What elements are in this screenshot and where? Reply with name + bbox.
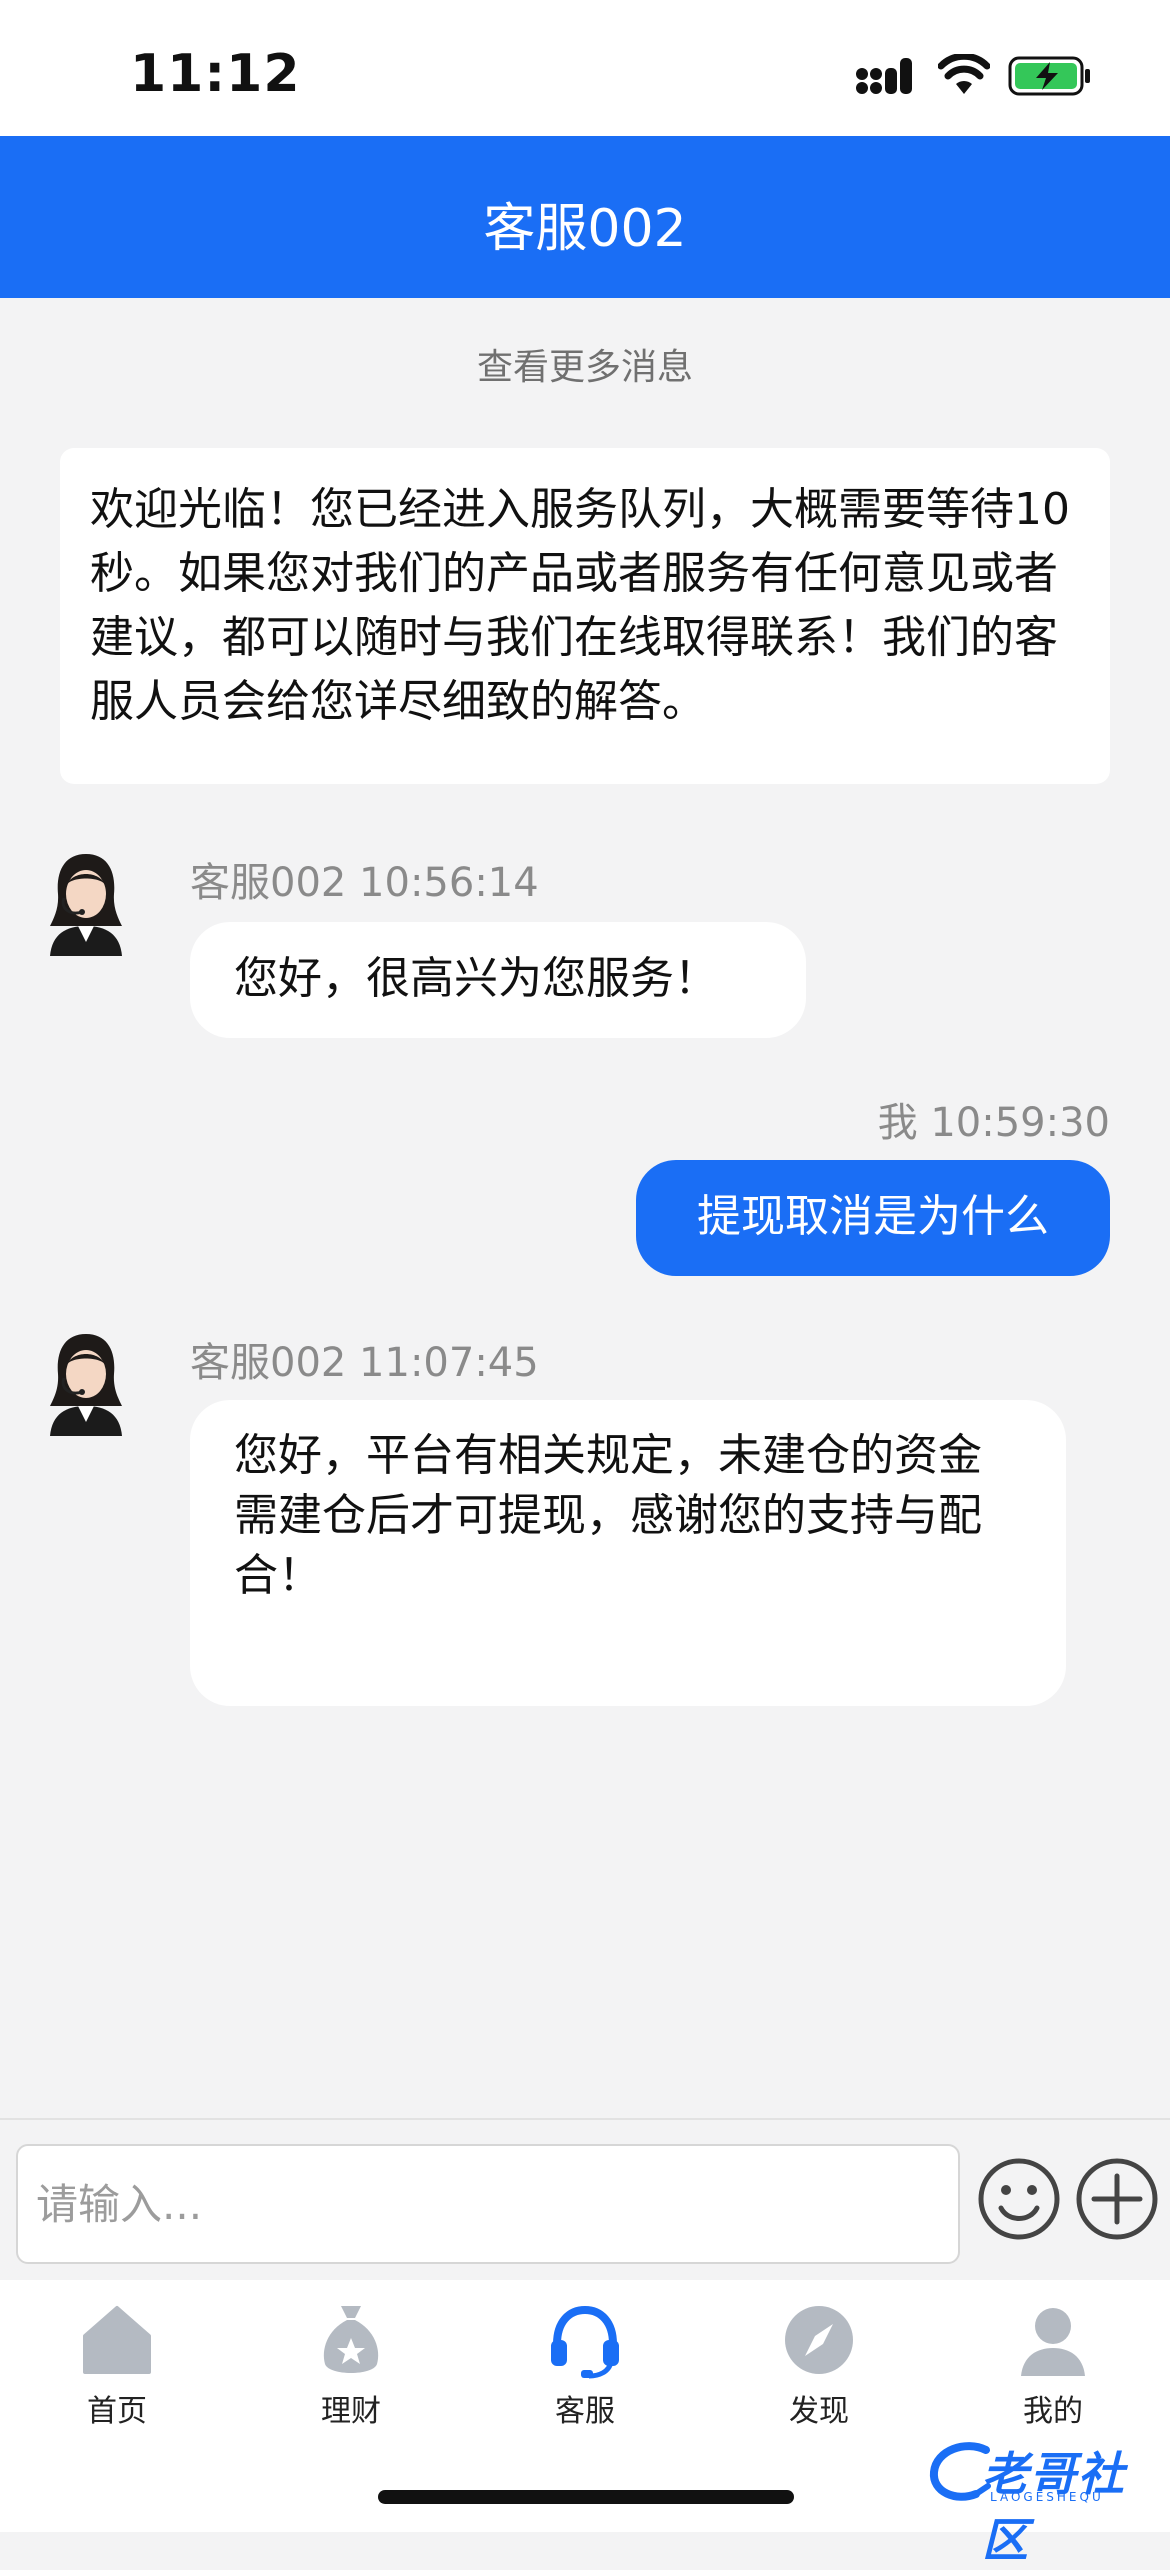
headset-icon: [551, 2305, 619, 2379]
agent-message-bubble: 您好，很高兴为您服务！: [190, 922, 806, 1038]
home-indicator[interactable]: [378, 2490, 794, 2504]
agent-avatar: [50, 1334, 122, 1436]
tab-label: 客服: [555, 2394, 615, 2429]
message-meta: 客服002 10:56:14: [190, 860, 539, 906]
status-bar: 11:12: [0, 0, 1170, 136]
welcome-system-message: 欢迎光临！您已经进入服务队列，大概需要等待10秒。如果您对我们的产品或者服务有任…: [60, 448, 1110, 784]
message-composer: [0, 2118, 1170, 2282]
agent-message-bubble: 您好，平台有相关规定，未建仓的资金需建仓后才可提现，感谢您的支持与配合！: [190, 1400, 1066, 1706]
user-icon: [1021, 2308, 1085, 2376]
message-meta: 客服002 11:07:45: [190, 1340, 539, 1386]
message-meta: 我 10:59:30: [877, 1100, 1110, 1146]
compass-icon: [785, 2306, 853, 2374]
tab-home[interactable]: 首页: [0, 2300, 234, 2430]
tab-label: 我的: [1023, 2394, 1083, 2429]
user-message-bubble: 提现取消是为什么: [636, 1160, 1110, 1276]
cellular-signal-icon: [856, 58, 912, 94]
tab-discover[interactable]: 发现: [702, 2300, 936, 2430]
watermark-logo: 老哥社区 LAOGESHEQU: [926, 2430, 1166, 2567]
page-title: 客服002: [483, 199, 687, 259]
message-input[interactable]: [16, 2144, 960, 2264]
tab-label: 理财: [321, 2394, 381, 2429]
tab-customer-service[interactable]: 客服: [468, 2300, 702, 2430]
tab-label: 首页: [87, 2394, 147, 2429]
agent-avatar: [50, 854, 122, 956]
tab-label: 发现: [789, 2394, 849, 2429]
status-time: 11:12: [130, 44, 301, 104]
chat-header: 客服002: [0, 136, 1170, 298]
watermark-text: 老哥社区: [982, 2447, 1126, 2567]
home-icon: [83, 2306, 151, 2374]
plus-circle-icon[interactable]: [1074, 2156, 1160, 2242]
tab-profile[interactable]: 我的: [936, 2300, 1170, 2430]
battery-charging-icon: [1008, 56, 1090, 96]
load-more-messages-link[interactable]: 查看更多消息: [0, 338, 1170, 390]
money-bag-icon: [323, 2306, 379, 2373]
wifi-icon: [938, 54, 990, 94]
watermark-subtext: LAOGESHEQU: [990, 2490, 1104, 2504]
smiley-icon[interactable]: [976, 2156, 1062, 2242]
tab-wealth[interactable]: 理财: [234, 2300, 468, 2430]
